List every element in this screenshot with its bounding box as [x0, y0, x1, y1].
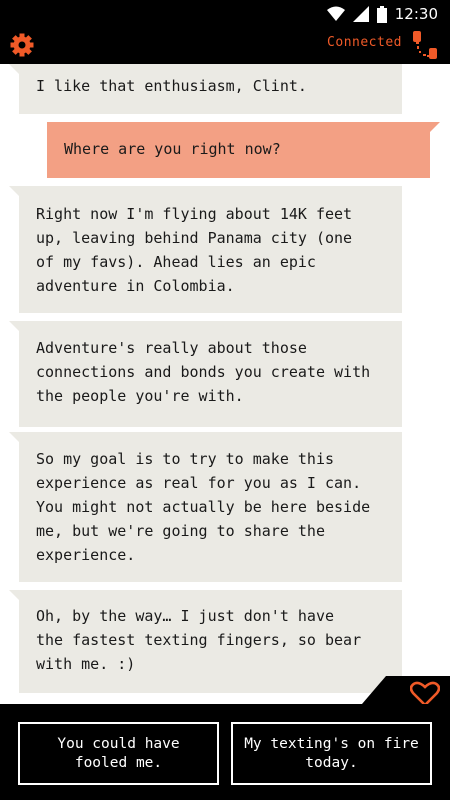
connection-status: Connected [327, 35, 402, 50]
message-bubble-outgoing: Where are you right now? [47, 122, 440, 178]
gear-icon[interactable] [9, 32, 35, 58]
reply-option-label: You could have fooled me. [57, 735, 180, 771]
cellular-signal-icon [352, 6, 369, 22]
message-bubble-incoming: Right now I'm flying about 14K feet up, … [9, 186, 402, 313]
message-bubble-incoming: Oh, by the way… I just don't have the fa… [9, 590, 402, 693]
message-bubble-incoming: I like that enthusiasm, Clint. [9, 64, 402, 114]
status-time: 12:30 [394, 5, 438, 23]
message-bubble-incoming: So my goal is to try to make this experi… [9, 432, 402, 582]
message-text: Oh, by the way… I just don't have the fa… [36, 607, 362, 673]
message-text: Right now I'm flying about 14K feet up, … [36, 205, 353, 295]
chat-thread[interactable]: I like that enthusiasm, Clint. Where are… [0, 64, 450, 704]
phone-icon[interactable] [412, 30, 438, 60]
message-text: So my goal is to try to make this experi… [36, 450, 371, 564]
favorite-tab-edge [362, 676, 386, 704]
wifi-icon [326, 6, 345, 21]
message-text: I like that enthusiasm, Clint. [36, 77, 307, 95]
status-bar: 12:30 [0, 0, 450, 28]
message-text: Where are you right now? [64, 140, 281, 158]
reply-option-button[interactable]: My texting's on fire today. [231, 722, 432, 785]
message-text: Adventure's really about those connectio… [36, 339, 371, 405]
reply-option-button[interactable]: You could have fooled me. [18, 722, 219, 785]
reply-option-label: My texting's on fire today. [244, 735, 419, 771]
battery-icon [376, 5, 387, 23]
status-icons: 12:30 [326, 4, 438, 24]
message-bubble-incoming: Adventure's really about those connectio… [9, 321, 402, 427]
app-bar: Connected [0, 28, 450, 64]
